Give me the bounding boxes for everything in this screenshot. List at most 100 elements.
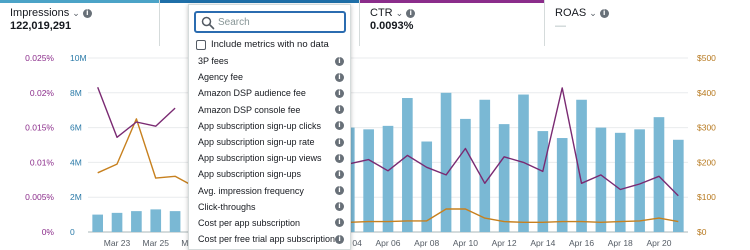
search-input[interactable] [218, 15, 338, 29]
metric-option-label: App subscription sign-up clicks [198, 120, 322, 131]
include-no-data-row[interactable]: Include metrics with no data [196, 39, 329, 50]
impressions-bar [150, 209, 162, 232]
x-axis-tick: Apr 16 [569, 238, 594, 248]
metric-dropdown: Include metrics with no data 3P feesiAge… [188, 4, 351, 250]
impressions-bar [460, 118, 471, 232]
spend-axis-tick: $400 [697, 88, 716, 98]
impressions-axis-tick: 2M [70, 192, 82, 202]
info-icon[interactable]: i [335, 88, 344, 98]
impressions-bar [382, 125, 394, 232]
x-axis-tick: Apr 14 [530, 238, 555, 248]
spend-axis-tick: $0 [697, 227, 707, 237]
x-axis-tick: Mar 23 [104, 238, 131, 248]
info-icon[interactable]: i [335, 234, 344, 244]
spend-axis-tick: $300 [697, 123, 716, 133]
impressions-axis-tick: 0 [70, 227, 75, 237]
impressions-bar [653, 117, 665, 232]
metric-option[interactable]: 3P fees i [189, 53, 350, 69]
info-icon[interactable]: i [335, 186, 344, 196]
metric-value: 0.0093% [370, 20, 414, 32]
impressions-bar [479, 99, 491, 232]
ctr-axis-tick: 0% [42, 227, 55, 237]
metric-card-impressions[interactable]: Impressions ⌄ i 122,019,291 [0, 0, 160, 46]
info-icon[interactable]: i [335, 169, 344, 179]
metric-option-label: Amazon DSP console fee [198, 104, 301, 115]
option-list: 3P fees i Agency fee i Amazon DSP audience f… [189, 53, 350, 247]
metric-option-label: App subscription sign-up views [198, 153, 322, 164]
include-no-data-label: Include metrics with no data [211, 39, 329, 50]
include-no-data-checkbox[interactable] [196, 39, 206, 50]
impressions-bar [556, 138, 568, 232]
ctr-axis-tick: 0.025% [25, 53, 54, 63]
metric-option-label: Amazon DSP audience fee [198, 88, 306, 99]
metric-accent [0, 0, 159, 3]
metric-option[interactable]: Cost per app subscription i [189, 215, 350, 231]
chevron-down-icon[interactable]: ⌄ [589, 8, 597, 19]
impressions-axis-tick: 10M [70, 53, 87, 63]
metric-option-label: Cost per app subscription [198, 217, 301, 228]
info-icon[interactable]: i [599, 8, 609, 18]
info-icon[interactable]: i [82, 8, 92, 18]
metric-option-label: App subscription sign-up rate [198, 137, 315, 148]
metric-option-label: Cost per free trial app subscription [198, 234, 336, 245]
x-axis-tick: Apr 18 [608, 238, 633, 248]
info-icon[interactable]: i [335, 121, 344, 131]
info-icon[interactable]: i [406, 8, 416, 18]
info-icon[interactable]: i [335, 218, 344, 228]
info-icon[interactable]: i [335, 72, 344, 82]
metric-card-roas[interactable]: ROAS ⌄ i — [545, 0, 750, 46]
performance-chart: 0% 0 $0 0.005% 2M $100 0.01% 4M $200 0.015% 6M $300… [25, 53, 716, 248]
metric-option[interactable]: App subscription sign-ups i [189, 166, 350, 182]
impressions-axis-tick: 8M [70, 88, 82, 98]
spend-line [97, 118, 195, 188]
metric-label: ROAS [555, 7, 587, 19]
impressions-bar [111, 212, 123, 232]
spend-axis-tick: $100 [697, 192, 716, 202]
ctr-axis-tick: 0.015% [25, 123, 54, 133]
impressions-bar [518, 94, 529, 232]
impressions-bar [634, 129, 645, 232]
impressions-bar [169, 211, 181, 232]
impressions-bar [363, 129, 374, 232]
metric-option[interactable]: App subscription sign-up rate i [189, 134, 350, 150]
info-icon[interactable]: i [335, 153, 344, 163]
metric-option[interactable]: App subscription sign-up clicks i [189, 118, 350, 134]
info-icon[interactable]: i [335, 137, 344, 147]
impressions-axis-tick: 6M [70, 123, 82, 133]
metric-label: CTR [370, 7, 393, 19]
metric-value: 122,019,291 [10, 20, 72, 32]
impressions-bar [402, 98, 413, 232]
impressions-bar [498, 124, 510, 232]
info-icon[interactable]: i [335, 56, 344, 66]
metric-option-label: 3P fees [198, 56, 229, 67]
info-icon[interactable]: i [335, 202, 344, 212]
metric-accent [160, 0, 359, 3]
metric-option[interactable]: Amazon DSP console fee i [189, 102, 350, 118]
metric-option[interactable]: Click-throughs i [189, 199, 350, 215]
impressions-bar [131, 211, 142, 232]
chevron-down-icon[interactable]: ⌄ [72, 8, 80, 19]
search-box[interactable] [194, 11, 346, 33]
impressions-bar [673, 139, 684, 232]
metric-label: Impressions [10, 7, 70, 19]
metric-option[interactable]: Cost per free trial app subscription i [189, 231, 350, 247]
x-axis-tick: Apr 06 [375, 238, 400, 248]
chevron-down-icon[interactable]: ⌄ [396, 8, 404, 19]
metric-option[interactable]: App subscription sign-up views i [189, 150, 350, 166]
metric-option[interactable]: Amazon DSP audience fee i [189, 85, 350, 101]
ctr-line [97, 86, 176, 139]
search-icon [201, 16, 215, 30]
x-axis-tick: Apr 20 [646, 238, 671, 248]
metric-option[interactable]: Agency fee i [189, 69, 350, 85]
info-icon[interactable]: i [335, 105, 344, 115]
metric-card-ctr[interactable]: CTR ⌄ i 0.0093% [360, 0, 545, 46]
metric-value: — [555, 20, 566, 32]
impressions-axis-tick: 4M [70, 157, 82, 167]
metric-option-label: App subscription sign-ups [198, 169, 302, 180]
x-axis-tick: Apr 12 [492, 238, 517, 248]
metric-option[interactable]: Avg. impression frequency i [189, 183, 350, 199]
ctr-axis-tick: 0.005% [25, 192, 54, 202]
spend-axis-tick: $200 [697, 157, 716, 167]
x-axis-tick: Apr 10 [453, 238, 478, 248]
metric-option-label: Click-throughs [198, 201, 256, 212]
